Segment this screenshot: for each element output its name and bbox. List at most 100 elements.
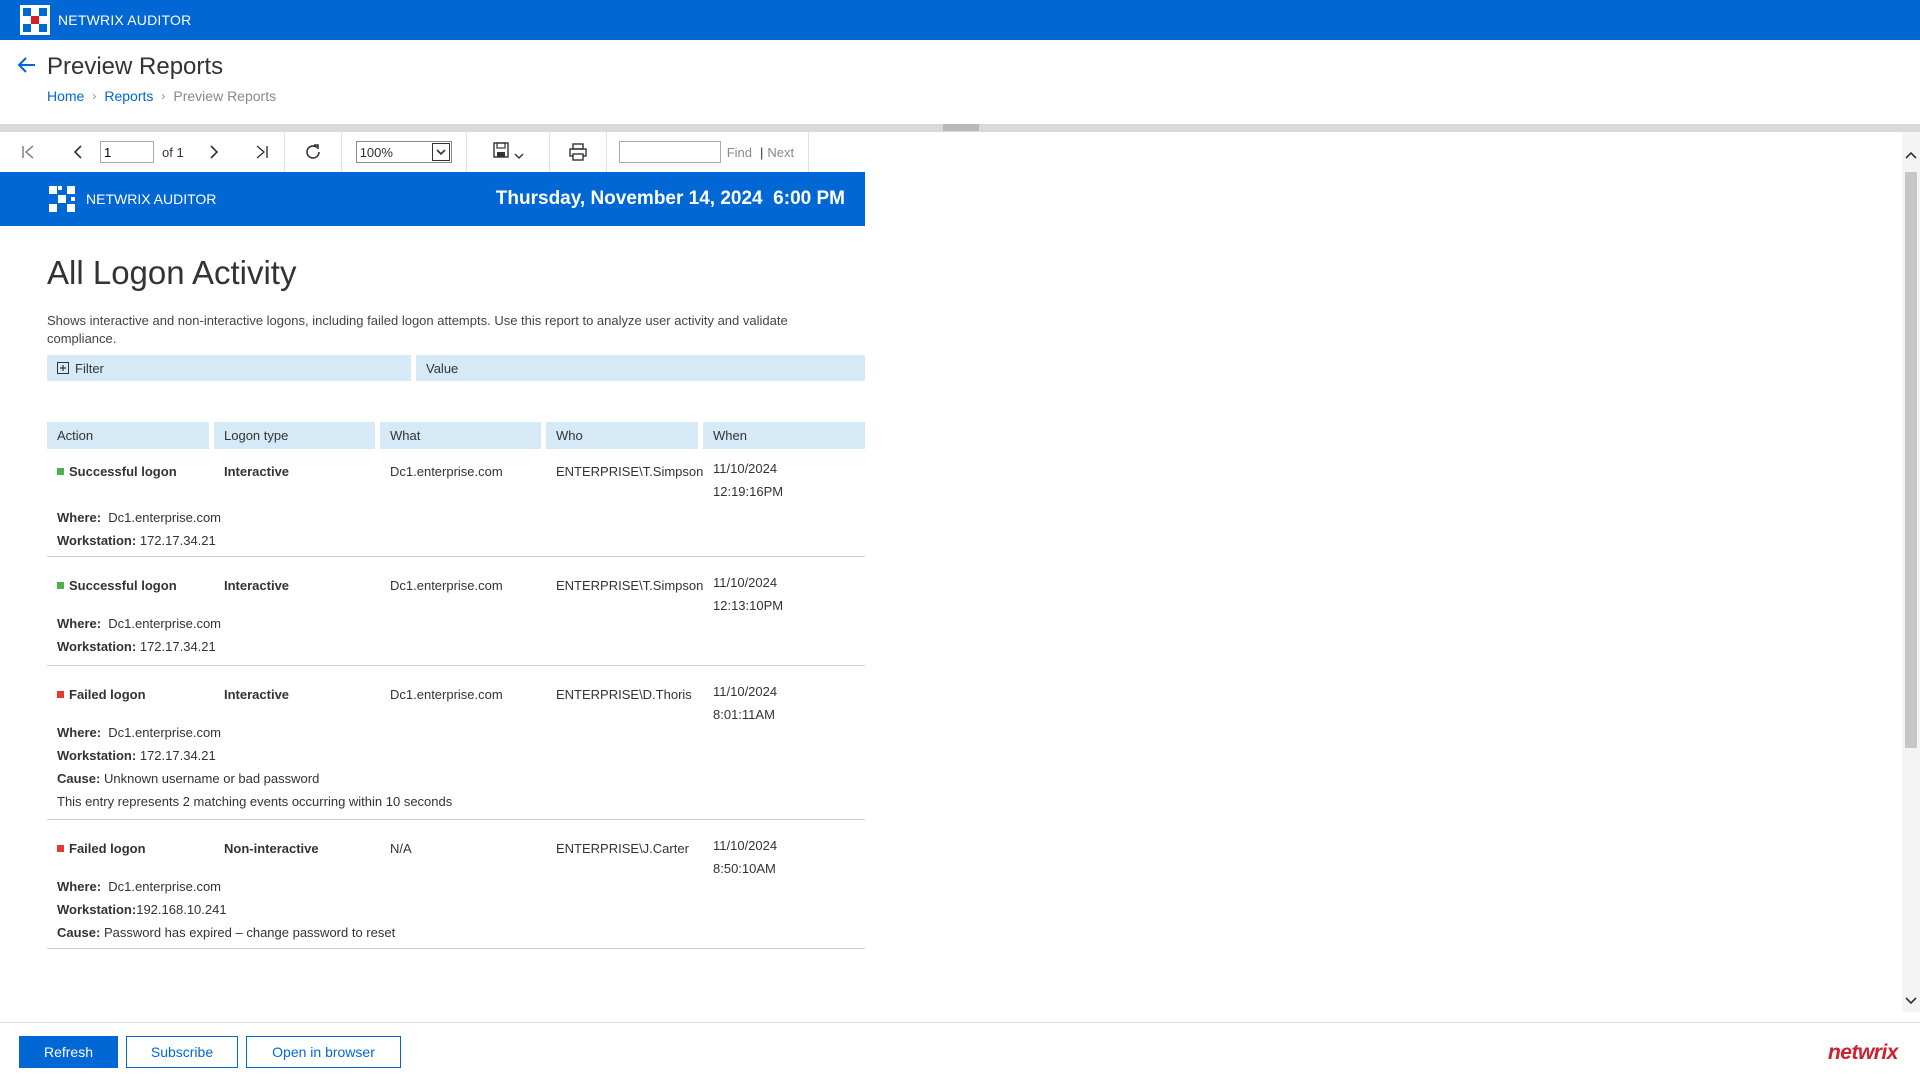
workstation-label: Workstation:	[57, 902, 137, 917]
prev-page-icon[interactable]	[56, 132, 100, 172]
export-button[interactable]	[467, 132, 549, 172]
breadcrumb-home[interactable]: Home	[47, 88, 84, 104]
last-page-icon[interactable]	[240, 132, 284, 172]
table-row: Successful logon Interactive Dc1.enterpr…	[47, 558, 865, 666]
column-header-logon-type: Logon type	[214, 422, 375, 449]
status-indicator	[57, 845, 64, 852]
chevron-right-icon: ›	[92, 89, 97, 103]
when-date: 11/10/2024	[713, 575, 778, 590]
when-time: 12:13:10PM	[713, 598, 784, 613]
column-header-what: What	[380, 422, 541, 449]
logon-type-value: Interactive	[224, 578, 290, 593]
workstation-detail: Workstation:192.168.10.241	[57, 902, 227, 917]
scroll-down-icon[interactable]	[1904, 994, 1918, 1008]
subscribe-button[interactable]: Subscribe	[126, 1036, 238, 1068]
what-value: Dc1.enterprise.com	[390, 687, 503, 702]
cause-label: Cause:	[57, 925, 101, 940]
event-note: This entry represents 2 matching events …	[57, 794, 453, 809]
toolbar-divider	[605, 132, 607, 172]
status-indicator	[57, 582, 64, 589]
action-cell: Successful logon	[57, 578, 177, 593]
when-time: 8:01:11AM	[713, 707, 775, 722]
find-separator: |	[759, 144, 764, 160]
scroll-up-icon[interactable]	[1904, 148, 1918, 162]
report-page: NETWRIX AUDITOR Thursday, November 14, 2…	[0, 172, 865, 1012]
logon-type-value: Non-interactive	[224, 841, 319, 856]
report-banner: NETWRIX AUDITOR Thursday, November 14, 2…	[0, 172, 865, 226]
cause-detail: Cause: Password has expired – change pas…	[57, 925, 395, 940]
what-value: Dc1.enterprise.com	[390, 464, 503, 479]
report-date: Thursday, November 14, 2024 6:00 PM	[495, 188, 845, 209]
who-value: ENTERPRISE\T.Simpson	[556, 578, 704, 593]
who-value: ENTERPRISE\J.Carter	[556, 841, 689, 856]
page-count-label: of 1	[162, 144, 184, 160]
toolbar-divider	[808, 132, 810, 172]
netwrix-logo-icon	[47, 184, 77, 214]
action-value: Successful logon	[69, 464, 177, 479]
page-title: Preview Reports	[47, 53, 224, 80]
what-value: N/A	[390, 841, 412, 856]
where-label: Where:	[57, 879, 102, 894]
workstation-label: Workstation:	[57, 639, 137, 654]
where-detail: Where: Dc1.enterprise.com	[57, 510, 221, 525]
report-title: All Logon Activity	[47, 254, 297, 291]
action-value: Failed logon	[69, 687, 146, 702]
where-detail: Where: Dc1.enterprise.com	[57, 879, 221, 894]
expand-icon[interactable]	[57, 362, 69, 374]
open-in-browser-button[interactable]: Open in browser	[246, 1036, 401, 1068]
back-arrow-icon[interactable]	[16, 54, 38, 76]
find-input[interactable]	[618, 141, 721, 163]
cause-label: Cause:	[57, 771, 101, 786]
where-value: Dc1.enterprise.com	[108, 510, 222, 525]
where-value: Dc1.enterprise.com	[108, 879, 222, 894]
scrollbar-thumb[interactable]	[1905, 172, 1917, 748]
find-link[interactable]: Find	[727, 145, 752, 160]
refresh-icon[interactable]	[285, 132, 341, 172]
chevron-down-icon	[514, 147, 524, 165]
when-date: 11/10/2024	[713, 684, 778, 699]
logon-type-value: Interactive	[224, 464, 290, 479]
refresh-button[interactable]: Refresh	[19, 1036, 118, 1068]
report-toolbar: of 1 100%	[0, 132, 865, 172]
when-value: 11/10/2024 12:19:16PM	[713, 457, 783, 503]
what-value: Dc1.enterprise.com	[390, 578, 503, 593]
chevron-down-icon[interactable]	[431, 143, 450, 161]
where-value: Dc1.enterprise.com	[108, 616, 222, 631]
workstation-value: 192.168.10.241	[136, 902, 227, 917]
column-header-who: Who	[546, 422, 698, 449]
next-link[interactable]: Next	[767, 145, 794, 160]
logon-type-value: Interactive	[224, 687, 290, 702]
when-value: 11/10/2024 12:13:10PM	[713, 571, 783, 617]
report-viewer: of 1 100%	[0, 132, 1920, 1022]
workstation-detail: Workstation: 172.17.34.21	[57, 748, 216, 763]
zoom-select[interactable]: 100%	[355, 141, 452, 163]
when-time: 12:19:16PM	[713, 484, 784, 499]
breadcrumb-current: Preview Reports	[173, 88, 277, 104]
breadcrumb-reports[interactable]: Reports	[104, 88, 153, 104]
pane-splitter[interactable]	[0, 124, 1920, 132]
action-cell: Successful logon	[57, 464, 177, 479]
table-row: Failed logon Non-interactive N/A ENTERPR…	[47, 821, 865, 949]
netwrix-logo-icon	[20, 5, 50, 35]
first-page-icon[interactable]	[0, 132, 56, 172]
when-value: 11/10/2024 8:01:11AM	[713, 680, 777, 726]
table-row: Successful logon Interactive Dc1.enterpr…	[47, 454, 865, 557]
action-value: Failed logon	[69, 841, 146, 856]
splitter-handle[interactable]	[943, 124, 979, 131]
filter-header[interactable]: Filter	[47, 355, 411, 381]
workstation-label: Workstation:	[57, 748, 137, 763]
workstation-detail: Workstation: 172.17.34.21	[57, 533, 216, 548]
report-description: Shows interactive and non-interactive lo…	[47, 313, 788, 346]
workstation-value: 172.17.34.21	[139, 533, 216, 548]
vertical-scrollbar[interactable]	[1902, 132, 1920, 1012]
who-value: ENTERPRISE\D.Thoris	[556, 687, 692, 702]
next-page-icon[interactable]	[188, 132, 240, 172]
value-header-label: Value	[426, 360, 459, 376]
report-brand: NETWRIX AUDITOR	[86, 191, 217, 207]
page-number-input[interactable]	[100, 141, 154, 163]
zoom-value: 100%	[359, 144, 393, 160]
when-time: 8:50:10AM	[713, 861, 776, 876]
results-table-header: Action Logon type What Who When	[47, 422, 865, 449]
print-icon[interactable]	[550, 132, 606, 172]
where-label: Where:	[57, 510, 102, 525]
